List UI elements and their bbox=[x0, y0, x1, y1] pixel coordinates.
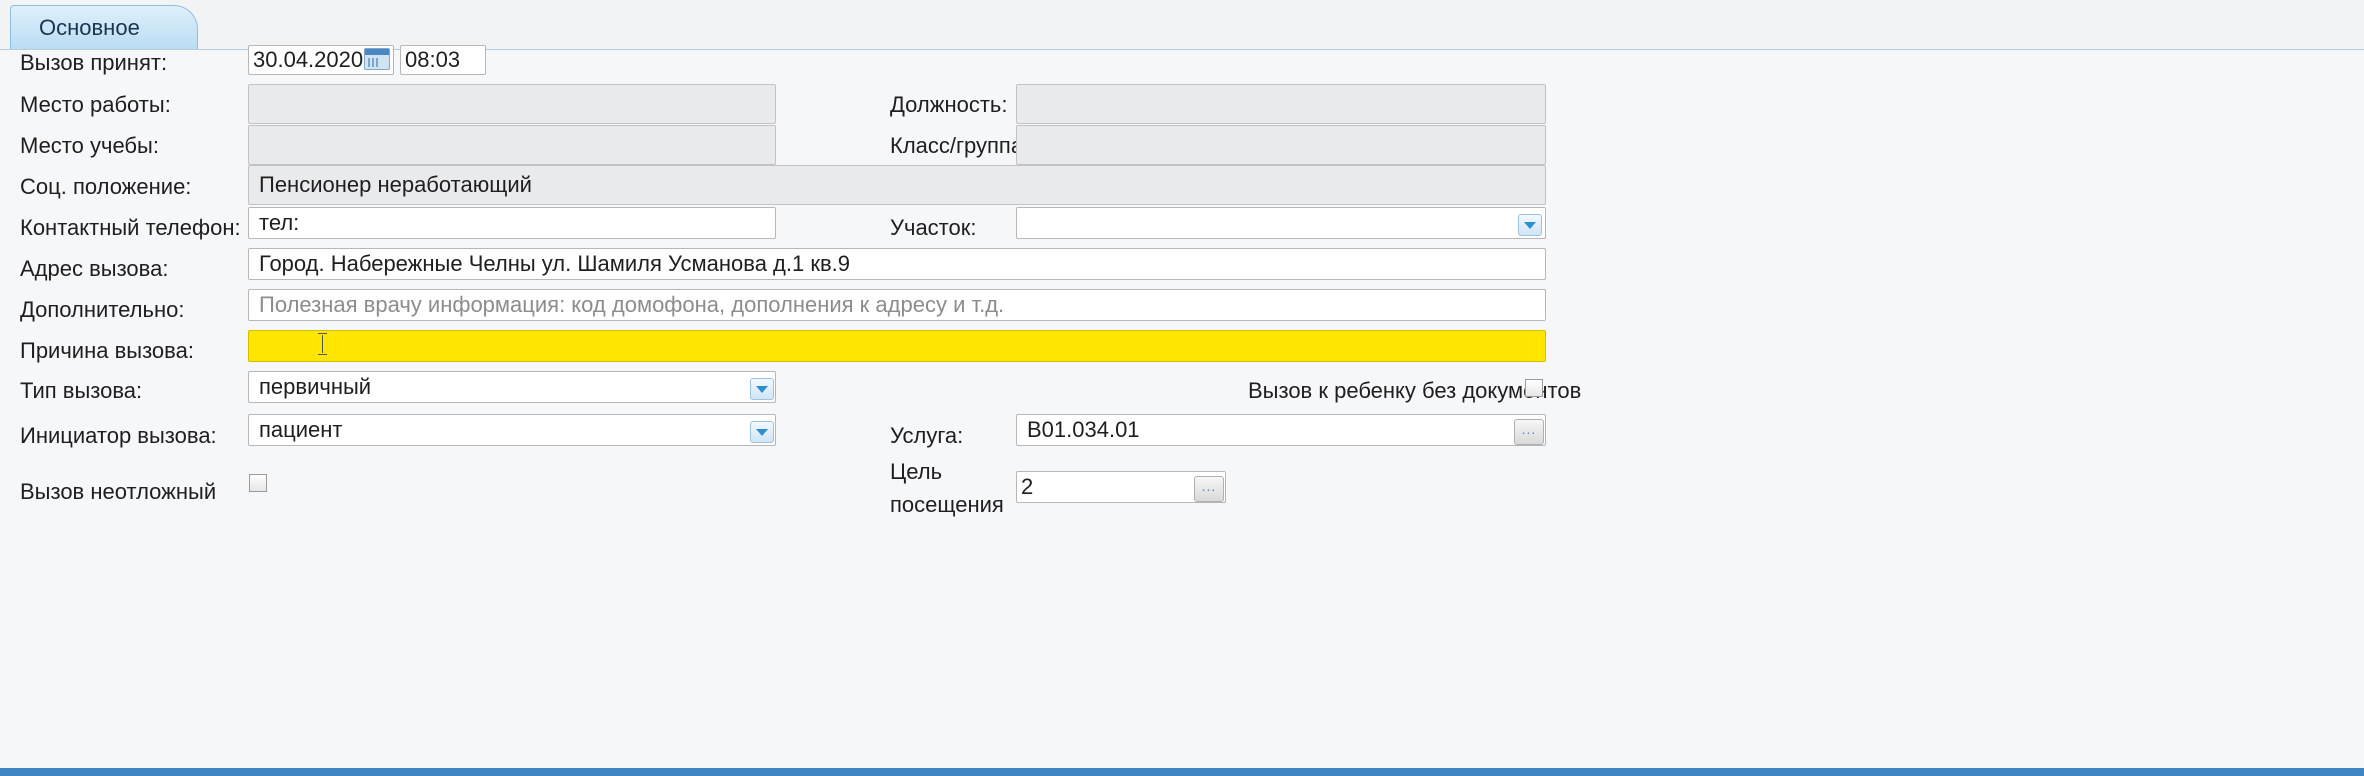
service-input[interactable]: B01.034.01 bbox=[1016, 414, 1546, 446]
additional-label: Дополнительно: bbox=[20, 297, 185, 322]
workplace-label: Место работы: bbox=[20, 92, 171, 117]
non-urgent-label: Вызов неотложный bbox=[20, 479, 217, 504]
non-urgent-checkbox[interactable] bbox=[249, 474, 267, 492]
position-field bbox=[1016, 84, 1546, 124]
dropdown-arrow-icon[interactable] bbox=[750, 378, 774, 400]
visit-purpose-label-line2: посещения bbox=[890, 492, 1004, 517]
social-status-label: Соц. положение: bbox=[20, 174, 192, 199]
dropdown-arrow-icon[interactable] bbox=[1518, 214, 1542, 236]
calendar-icon[interactable] bbox=[364, 48, 390, 70]
class-group-field bbox=[1016, 125, 1546, 165]
call-reason-input[interactable] bbox=[248, 330, 1546, 362]
contact-phone-input[interactable]: тел: bbox=[248, 207, 776, 239]
service-label: Услуга: bbox=[890, 423, 964, 448]
ellipsis-icon[interactable]: ... bbox=[1514, 419, 1544, 445]
call-time-input[interactable]: 08:03 bbox=[400, 45, 486, 75]
class-group-label: Класс/группа: bbox=[890, 133, 1030, 158]
district-select[interactable] bbox=[1016, 207, 1546, 239]
call-type-select[interactable]: первичный bbox=[248, 371, 776, 403]
tab-bar: Основное bbox=[0, 0, 2364, 50]
visit-purpose-label-line1: Цель bbox=[890, 459, 943, 484]
call-initiator-label: Инициатор вызова: bbox=[20, 423, 217, 448]
child-without-docs-checkbox[interactable] bbox=[1525, 379, 1543, 397]
call-accepted-label: Вызов принят: bbox=[20, 50, 168, 75]
study-place-label: Место учебы: bbox=[20, 133, 159, 158]
call-reason-label: Причина вызова: bbox=[20, 338, 194, 363]
text-cursor-icon bbox=[318, 333, 328, 355]
tab-main[interactable]: Основное bbox=[10, 5, 198, 49]
social-status-field: Пенсионер неработающий bbox=[248, 165, 1546, 205]
position-label: Должность: bbox=[890, 92, 1008, 117]
workplace-field bbox=[248, 84, 776, 124]
study-place-field bbox=[248, 125, 776, 165]
call-address-label: Адрес вызова: bbox=[20, 256, 169, 281]
call-initiator-select[interactable]: пациент bbox=[248, 414, 776, 446]
call-type-label: Тип вызова: bbox=[20, 378, 143, 403]
bottom-border bbox=[0, 768, 2364, 776]
ellipsis-icon[interactable]: ... bbox=[1194, 476, 1224, 502]
additional-input[interactable]: Полезная врачу информация: код домофона,… bbox=[248, 289, 1546, 321]
district-label: Участок: bbox=[890, 215, 977, 240]
dropdown-arrow-icon[interactable] bbox=[750, 421, 774, 443]
call-address-input[interactable]: Город. Набережные Челны ул. Шамиля Усман… bbox=[248, 248, 1546, 280]
contact-phone-label: Контактный телефон: bbox=[20, 215, 241, 240]
